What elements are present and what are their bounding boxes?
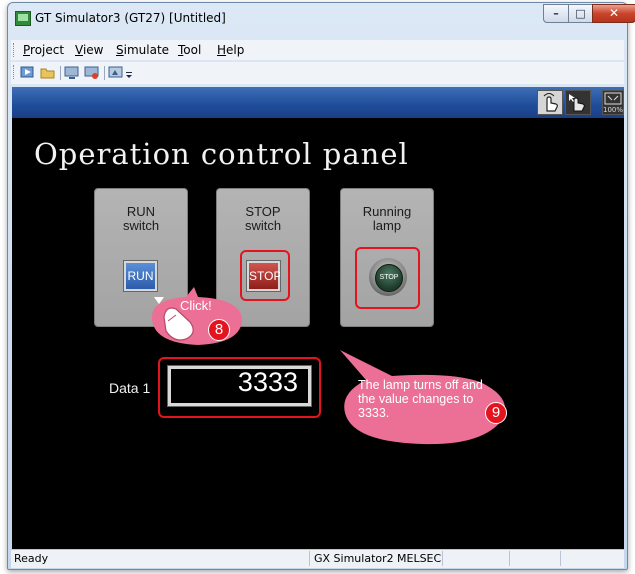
menu-tool[interactable]: Tool xyxy=(178,43,201,57)
svg-text:100%: 100% xyxy=(603,106,623,114)
title-bar[interactable]: GT Simulator3 (GT27) [Untitled] – □ ✕ xyxy=(8,3,635,33)
app-icon xyxy=(15,11,31,26)
status-simulator: GX Simulator2 xyxy=(314,552,394,565)
minimize-icon: – xyxy=(553,7,559,20)
window-title: GT Simulator3 (GT27) [Untitled] xyxy=(35,11,226,25)
start-simulation-icon[interactable] xyxy=(20,65,36,80)
hmi-header-bar: 100% xyxy=(12,87,624,118)
menu-bar: Project View Simulate Tool Help xyxy=(11,40,624,60)
simulator-window: GT Simulator3 (GT27) [Untitled] – □ ✕ Pr… xyxy=(7,2,635,570)
maximize-icon: □ xyxy=(575,7,586,20)
stop-switch-label: STOP switch xyxy=(244,204,282,233)
panel-title: Operation control panel xyxy=(34,137,409,171)
toolbar-separator xyxy=(60,66,61,80)
touch-arrow-icon[interactable] xyxy=(565,90,591,115)
data-1-label: Data 1 xyxy=(109,380,151,396)
close-icon: ✕ xyxy=(608,6,620,20)
status-ready: Ready xyxy=(14,552,49,565)
menu-help[interactable]: Help xyxy=(217,43,244,57)
menu-grip xyxy=(13,43,16,57)
toolbar-grip xyxy=(13,65,16,79)
status-separator xyxy=(509,551,510,566)
click-text: Click! xyxy=(180,298,212,313)
menu-simulate[interactable]: Simulate xyxy=(116,43,169,57)
toolbar-options-icon[interactable] xyxy=(125,65,133,80)
menu-view[interactable]: View xyxy=(75,43,103,57)
status-bar: Ready GX Simulator2 MELSEC xyxy=(11,549,624,568)
click-callout-bubble xyxy=(152,287,242,345)
explanation-text: The lamp turns off and the value changes… xyxy=(358,378,483,420)
step-9-badge: 9 xyxy=(485,402,507,424)
close-button[interactable]: ✕ xyxy=(592,4,635,23)
device-icon[interactable] xyxy=(84,65,100,80)
status-plc: MELSEC xyxy=(397,552,442,565)
status-separator xyxy=(560,551,561,566)
maximize-button[interactable]: □ xyxy=(568,4,593,23)
toolbar-separator xyxy=(104,66,105,80)
menu-project[interactable]: Project xyxy=(23,43,64,57)
status-separator xyxy=(442,551,443,566)
screen-icon[interactable] xyxy=(108,65,124,80)
touch-hand-icon[interactable] xyxy=(537,90,563,115)
lamp-highlight xyxy=(355,247,420,309)
hmi-screen: 100% Operation control panel RUN switch … xyxy=(12,87,624,549)
run-switch-label: RUN switch xyxy=(122,204,160,233)
open-icon[interactable] xyxy=(40,65,56,80)
data-display-highlight xyxy=(158,357,321,418)
running-lamp-label: Running lamp xyxy=(362,204,412,233)
toolbar xyxy=(11,62,624,84)
step-8-badge: 8 xyxy=(208,319,230,341)
minimize-button[interactable]: – xyxy=(543,4,569,23)
monitor-icon[interactable] xyxy=(64,65,80,80)
zoom-100-icon[interactable]: 100% xyxy=(602,90,624,115)
status-separator xyxy=(309,551,310,566)
